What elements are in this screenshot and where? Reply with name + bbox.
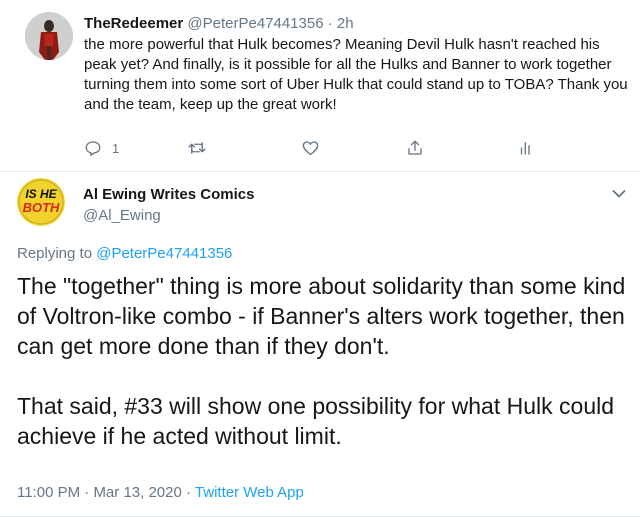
more-options-button[interactable] [612, 186, 626, 198]
reply-author-handle[interactable]: @PeterPe47441356 [187, 15, 323, 32]
replying-to-line: Replying to @PeterPe47441356 [17, 244, 232, 263]
reply-time[interactable]: 2h [337, 15, 354, 32]
tweet-date[interactable]: Mar 13, 2020 [93, 484, 181, 501]
tweet-metadata: 11:00 PM · Mar 13, 2020 · Twitter Web Ap… [17, 483, 304, 502]
share-icon [408, 140, 422, 155]
reply-button[interactable]: 1 [84, 138, 119, 158]
divider [0, 171, 640, 172]
analytics-button[interactable] [517, 138, 535, 158]
tweet-source-link[interactable]: Twitter Web App [195, 484, 304, 501]
avatar-badge-text: IS HE BOTH [23, 187, 60, 215]
reply-count: 1 [112, 140, 120, 156]
separator-dot: · [327, 15, 333, 32]
reply-icon [85, 141, 101, 156]
analytics-icon [520, 142, 530, 155]
avatar-badge-line-1: IS HE [25, 187, 57, 201]
retweet-button[interactable] [187, 138, 207, 158]
reply-tweet-header: TheRedeemer @PeterPe47441356 · 2h [84, 14, 354, 33]
share-button[interactable] [406, 138, 424, 158]
chevron-down-icon [612, 190, 626, 198]
reply-author-name[interactable]: TheRedeemer [84, 15, 183, 32]
author-handle[interactable]: @Al_Ewing [83, 206, 161, 225]
avatar-badge-line-2: BOTH [23, 200, 60, 215]
avatar[interactable]: IS HE BOTH [17, 178, 65, 226]
tweet-paragraph-1: The "together" thing is more about solid… [17, 273, 626, 359]
reply-tweet-text: the more powerful that Hulk becomes? Mea… [84, 36, 628, 113]
avatar-image [25, 12, 73, 60]
retweet-icon [188, 142, 206, 154]
replying-to-mention[interactable]: @PeterPe47441356 [96, 245, 232, 262]
separator-dot: · [84, 484, 90, 501]
tweet-paragraph-2: That said, #33 will show one possibility… [17, 393, 615, 449]
avatar[interactable] [25, 12, 73, 60]
replying-to-label: Replying to [17, 245, 93, 262]
author-name[interactable]: Al Ewing Writes Comics [83, 185, 254, 204]
tweet-text: The "together" thing is more about solid… [17, 271, 629, 451]
heart-icon [302, 141, 319, 156]
tweet-time[interactable]: 11:00 PM [17, 484, 80, 501]
separator-dot: · [186, 484, 191, 501]
reply-tweet-actions: 1 [84, 138, 554, 160]
like-button[interactable] [301, 138, 320, 158]
reply-tweet[interactable]: TheRedeemer @PeterPe47441356 · 2h the mo… [0, 0, 640, 172]
